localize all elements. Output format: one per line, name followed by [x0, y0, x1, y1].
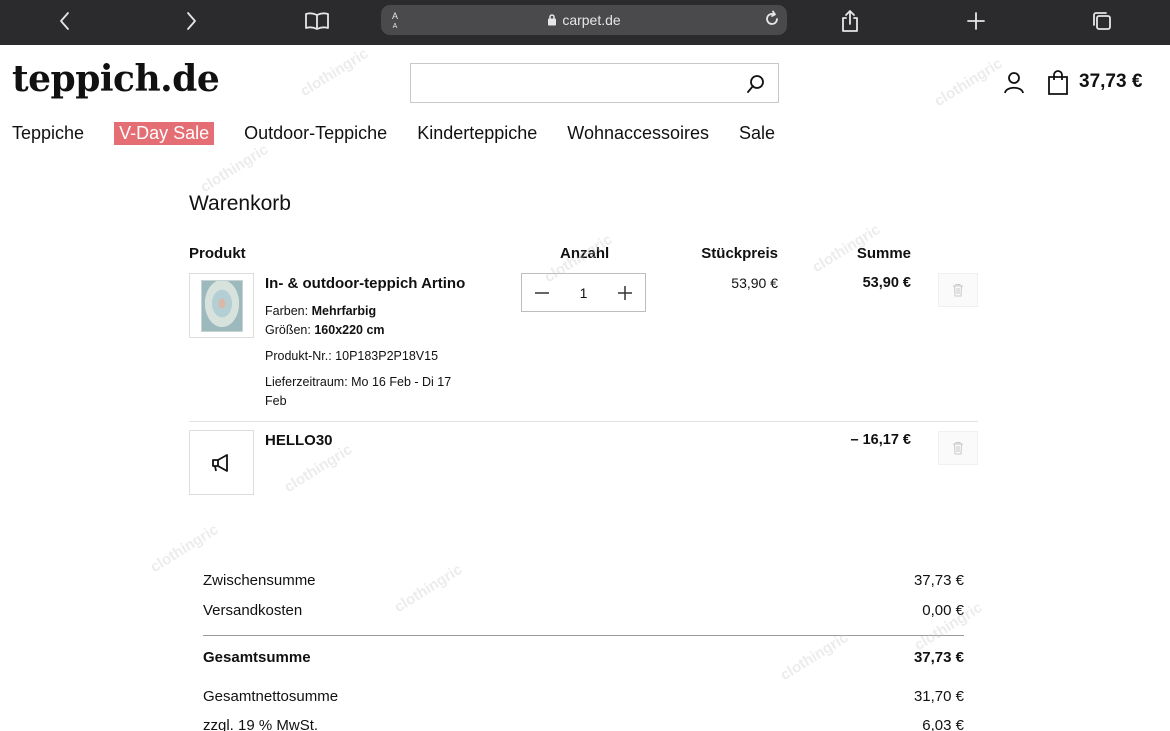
shopping-bag-icon [1048, 70, 1068, 95]
promo-code: HELLO30 [265, 432, 333, 449]
totals-divider [203, 635, 964, 636]
plus-icon [967, 12, 985, 30]
shipping-row: Versandkosten 0,00 € [203, 602, 964, 619]
unit-price: 53,90 € [731, 275, 778, 291]
nav-item-sale[interactable]: Sale [739, 123, 775, 144]
main-nav: Teppiche V-Day Sale Outdoor-Teppiche Kin… [12, 120, 805, 146]
shipping-value: 0,00 € [922, 602, 964, 619]
subtotal-row: Zwischensumme 37,73 € [203, 572, 964, 589]
back-button[interactable] [48, 6, 82, 36]
lock-icon [548, 14, 557, 26]
size-label: Größen: [265, 323, 311, 337]
row-divider [189, 421, 978, 422]
total-value: 37,73 € [913, 649, 964, 666]
address-bar[interactable]: AA carpet.de [381, 5, 787, 35]
search-input[interactable] [410, 63, 779, 103]
watermark: clothingric [147, 520, 222, 577]
nav-item-outdoor-teppiche[interactable]: Outdoor-Teppiche [244, 123, 387, 144]
chevron-right-icon [187, 12, 196, 30]
tabs-button[interactable] [1085, 6, 1119, 36]
rug-image [201, 280, 243, 332]
watermark: clothingric [297, 44, 372, 101]
vat-row: zzgl. 19 % MwSt. 6,03 € [203, 717, 964, 731]
column-header-unit-price: Stückpreis [701, 245, 778, 262]
bookmarks-button[interactable] [300, 6, 334, 36]
subtotal-value: 37,73 € [913, 572, 964, 589]
trash-icon [953, 442, 963, 455]
reload-button[interactable] [763, 10, 781, 33]
remove-item-button[interactable] [938, 273, 978, 307]
reload-icon [766, 10, 778, 25]
search-icon[interactable] [746, 74, 766, 94]
column-header-product: Produkt [189, 245, 246, 262]
nav-item-teppiche[interactable]: Teppiche [12, 123, 84, 144]
product-image[interactable] [189, 273, 254, 338]
plus-icon[interactable] [615, 283, 635, 303]
url-display: carpet.de [381, 12, 787, 28]
net-total-value: 31,70 € [913, 688, 964, 705]
remove-promo-button[interactable] [938, 431, 978, 465]
vat-value: 6,03 € [922, 717, 964, 731]
share-button[interactable] [833, 6, 867, 36]
size-value: 160x220 cm [314, 323, 385, 337]
net-total-row: Gesamtnettosumme 31,70 € [203, 688, 964, 705]
color-label: Farben: [265, 304, 309, 318]
color-value: Mehrfarbig [311, 304, 377, 318]
watermark: clothingric [197, 140, 272, 197]
nav-item-wohnaccessoires[interactable]: Wohnaccessoires [567, 123, 709, 144]
watermark: clothingric [931, 54, 1006, 111]
browser-toolbar: AA carpet.de [0, 0, 1170, 45]
page-title: Warenkorb [189, 192, 291, 215]
shipping-label: Versandkosten [203, 602, 303, 619]
column-header-sum: Summe [856, 245, 911, 262]
trash-icon [953, 284, 963, 297]
product-number: Produkt-Nr.: 10P183P2P18V15 [265, 349, 439, 363]
delivery-period: Lieferzeitraum: Mo 16 Feb - Di 17 [265, 375, 452, 389]
site-logo[interactable]: teppich.de [12, 58, 220, 100]
user-icon [1004, 72, 1024, 94]
cart-total[interactable]: 37,73 € [1079, 71, 1142, 93]
total-row: Gesamtsumme 37,73 € [203, 649, 964, 666]
product-name[interactable]: In- & outdoor-teppich Artino [265, 275, 465, 292]
vat-label: zzgl. 19 % MwSt. [203, 717, 319, 731]
column-header-quantity: Anzahl [560, 245, 610, 262]
chevron-left-icon [60, 12, 69, 30]
promo-thumbnail [189, 430, 254, 495]
item-sum: 53,90 € [862, 275, 911, 291]
net-total-label: Gesamtnettosumme [203, 688, 339, 705]
tabs-icon [1093, 12, 1111, 30]
book-icon [305, 12, 329, 30]
product-color: Farben: Mehrfarbig [265, 304, 376, 318]
share-icon [842, 10, 858, 32]
account-button[interactable] [1003, 71, 1025, 100]
total-label: Gesamtsumme [203, 649, 311, 666]
nav-item-kinderteppiche[interactable]: Kinderteppiche [417, 123, 537, 144]
forward-button[interactable] [174, 6, 208, 36]
new-tab-button[interactable] [959, 6, 993, 36]
cart-button[interactable] [1046, 70, 1070, 101]
url-text: carpet.de [562, 12, 621, 28]
promo-discount: – 16,17 € [850, 432, 911, 448]
watermark: clothingric [281, 440, 356, 497]
delivery-period-cont: Feb [265, 394, 287, 408]
product-size: Größen: 160x220 cm [265, 323, 385, 337]
quantity-stepper: 1 [521, 273, 646, 312]
nav-item-vday-sale[interactable]: V-Day Sale [114, 121, 215, 145]
megaphone-icon [211, 453, 228, 472]
subtotal-label: Zwischensumme [203, 572, 316, 589]
